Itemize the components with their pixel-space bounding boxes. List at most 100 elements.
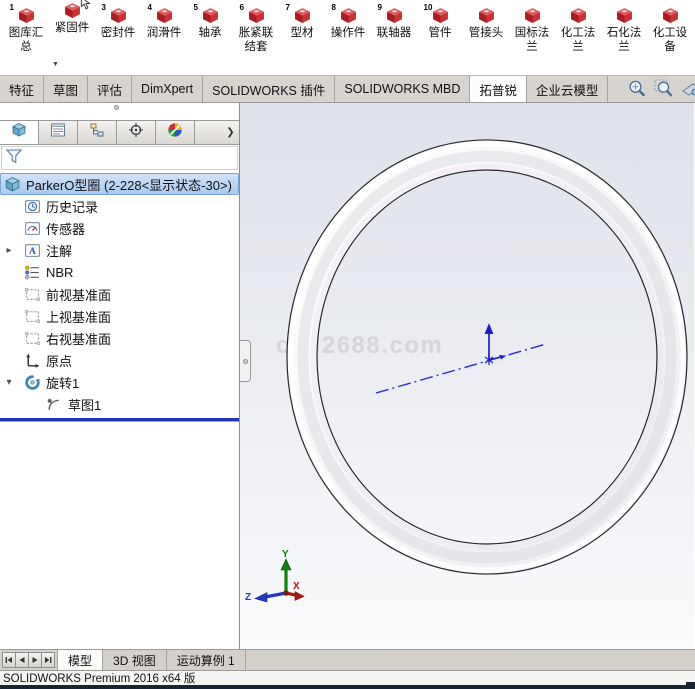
last-tab-button[interactable]: [41, 652, 55, 668]
command-manager-tabs: 特征 草图 评估 DimXpert SOLIDWORKS 插件 SOLIDWOR…: [0, 75, 695, 103]
expand-arrow: [3, 217, 15, 239]
toolbox-item-operating-parts[interactable]: 8 操作件: [325, 7, 371, 75]
toolbox-item-number: 3: [102, 3, 106, 12]
material-icon: [24, 264, 41, 281]
tab-solidworks-mbd[interactable]: SOLIDWORKS MBD: [335, 76, 470, 102]
configurationmanager-tab[interactable]: [78, 121, 117, 144]
zoom-area-icon[interactable]: [654, 79, 674, 99]
toolbox-item-label: 轴承: [190, 27, 230, 41]
toolbar-overflow-arrow[interactable]: ▼: [52, 61, 59, 68]
toolbox-item-label: 国标法兰: [512, 27, 552, 54]
toolbox-item-library[interactable]: 1 图库汇总: [3, 7, 49, 75]
tree-item-material[interactable]: NBR: [0, 261, 239, 283]
tab-model[interactable]: 模型: [57, 650, 103, 670]
toolbox-item-bearings[interactable]: 5 轴承: [187, 7, 233, 75]
configurations-icon: [89, 122, 105, 143]
toolbox-item-label: 密封件: [98, 27, 138, 41]
graphics-viewport[interactable]: cad2688.com: [240, 103, 695, 649]
part-icon: [4, 176, 21, 193]
toolbox-item-pipes[interactable]: 10 管件: [417, 7, 463, 75]
previous-tab-button[interactable]: [15, 652, 29, 668]
sketch-icon: [46, 396, 63, 413]
horizontal-splitter-dot[interactable]: [114, 105, 119, 110]
toolbox-item-petrochem-flanges[interactable]: 石化法兰: [601, 7, 647, 75]
sw-cube-icon: 9: [386, 7, 403, 26]
plane-icon: [24, 308, 41, 325]
tab-motion-study1[interactable]: 运动算例 1: [167, 650, 246, 670]
featuremanager-tab[interactable]: [0, 121, 39, 144]
panel-tabs-chevron[interactable]: ❯: [222, 121, 239, 144]
expand-arrow[interactable]: ▾: [3, 371, 15, 393]
tree-item-sensors[interactable]: 传感器: [0, 217, 239, 239]
toolbox-item-label: 联轴器: [374, 27, 414, 41]
toolbox-item-label: 图库汇总: [6, 27, 46, 54]
panel-splitter-handle[interactable]: [240, 340, 251, 382]
tree-item-label: 右视基准面: [46, 329, 111, 348]
tree-item-annotations[interactable]: ▸ A 注解: [0, 239, 239, 261]
toolbox-item-gb-flanges[interactable]: 国标法兰: [509, 7, 555, 75]
feature-tree: ParkerO型圈 (2-228<显示状态-30>) 历史记录 传感器: [0, 170, 239, 421]
plane-icon: [24, 286, 41, 303]
toolbox-item-chem-equipment[interactable]: 化工设备: [647, 7, 693, 75]
toolbox-item-lubrication[interactable]: 4 润滑件: [141, 7, 187, 75]
toolbox-item-chem-flanges[interactable]: 化工法兰: [555, 7, 601, 75]
expand-arrow[interactable]: ▸: [3, 239, 15, 261]
splitter-dot: [243, 359, 248, 364]
view-settings-icon[interactable]: [681, 79, 695, 99]
propertymanager-tab[interactable]: [39, 121, 78, 144]
sw-cube-icon: 7: [294, 7, 311, 26]
rollback-bar[interactable]: [0, 418, 239, 421]
tree-filter-row[interactable]: [1, 146, 238, 170]
part-icon: [11, 122, 27, 143]
tab-enterprise-cloud[interactable]: 企业云模型: [527, 76, 609, 102]
tab-features[interactable]: 特征: [0, 76, 44, 102]
tree-item-origin[interactable]: 原点: [0, 349, 239, 371]
next-tab-button[interactable]: [28, 652, 42, 668]
solidworks-window: 1 图库汇总 紧固件 3 密封件 4: [0, 0, 695, 689]
tree-item-revolve1[interactable]: ▾ 旋转1: [0, 371, 239, 393]
origin-icon: [24, 352, 41, 369]
sw-cube-icon: 5: [202, 7, 219, 26]
toolbox-item-number: 1: [10, 3, 14, 12]
toolbox-item-seals[interactable]: 3 密封件: [95, 7, 141, 75]
display-ball-icon: [167, 122, 183, 143]
tab-sketch[interactable]: 草图: [44, 76, 88, 102]
tab-3d-views[interactable]: 3D 视图: [103, 650, 167, 670]
expand-arrow: [3, 261, 15, 283]
toolbox-item-label: 胀紧联结套: [236, 27, 276, 54]
first-tab-button[interactable]: [2, 652, 16, 668]
tree-item-label: 上视基准面: [46, 307, 111, 326]
main-area: ❯ ParkerO型圈 (2-228<显示状态-30>): [0, 103, 695, 649]
toolbox-item-expansion-sleeves[interactable]: 6 胀紧联结套: [233, 7, 279, 75]
tree-item-history[interactable]: 历史记录: [0, 195, 239, 217]
displaymanager-tab[interactable]: [156, 121, 195, 144]
toolbox-item-couplings[interactable]: 9 联轴器: [371, 7, 417, 75]
panel-tabs: ❯: [0, 120, 239, 145]
dimxpert-target-icon: [128, 122, 144, 143]
tab-dimxpert[interactable]: DimXpert: [132, 76, 203, 102]
tree-root-part[interactable]: ParkerO型圈 (2-228<显示状态-30>): [0, 173, 239, 195]
toolbox-item-label: 化工法兰: [558, 27, 598, 54]
tab-solidworks-addins[interactable]: SOLIDWORKS 插件: [203, 76, 335, 102]
status-text: SOLIDWORKS Premium 2016 x64 版: [3, 670, 195, 686]
triad-x-label: X: [293, 581, 300, 592]
property-list-icon: [50, 122, 66, 143]
sw-cube-icon: [478, 7, 495, 26]
tree-item-top-plane[interactable]: 上视基准面: [0, 305, 239, 327]
sw-cube-icon: 1: [18, 7, 35, 26]
toolbox-item-number: 9: [378, 3, 382, 12]
tree-item-front-plane[interactable]: 前视基准面: [0, 283, 239, 305]
tree-item-sketch1[interactable]: 草图1: [0, 393, 239, 415]
toolbox-item-label: 化工设备: [650, 27, 690, 54]
dimxpertmanager-tab[interactable]: [117, 121, 156, 144]
sw-cube-icon: [662, 7, 679, 26]
toolbox-item-pipe-fittings[interactable]: 管接头: [463, 7, 509, 75]
zoom-fit-icon[interactable]: [627, 79, 647, 99]
svg-text:A: A: [29, 246, 36, 257]
tab-toprufinishing[interactable]: 拓普锐: [470, 76, 527, 102]
toolbox-item-profiles[interactable]: 7 型材: [279, 7, 325, 75]
tree-item-right-plane[interactable]: 右视基准面: [0, 327, 239, 349]
tree-item-label: 草图1: [68, 395, 101, 414]
toolbox-item-number: 7: [286, 3, 290, 12]
tab-evaluate[interactable]: 评估: [88, 76, 132, 102]
